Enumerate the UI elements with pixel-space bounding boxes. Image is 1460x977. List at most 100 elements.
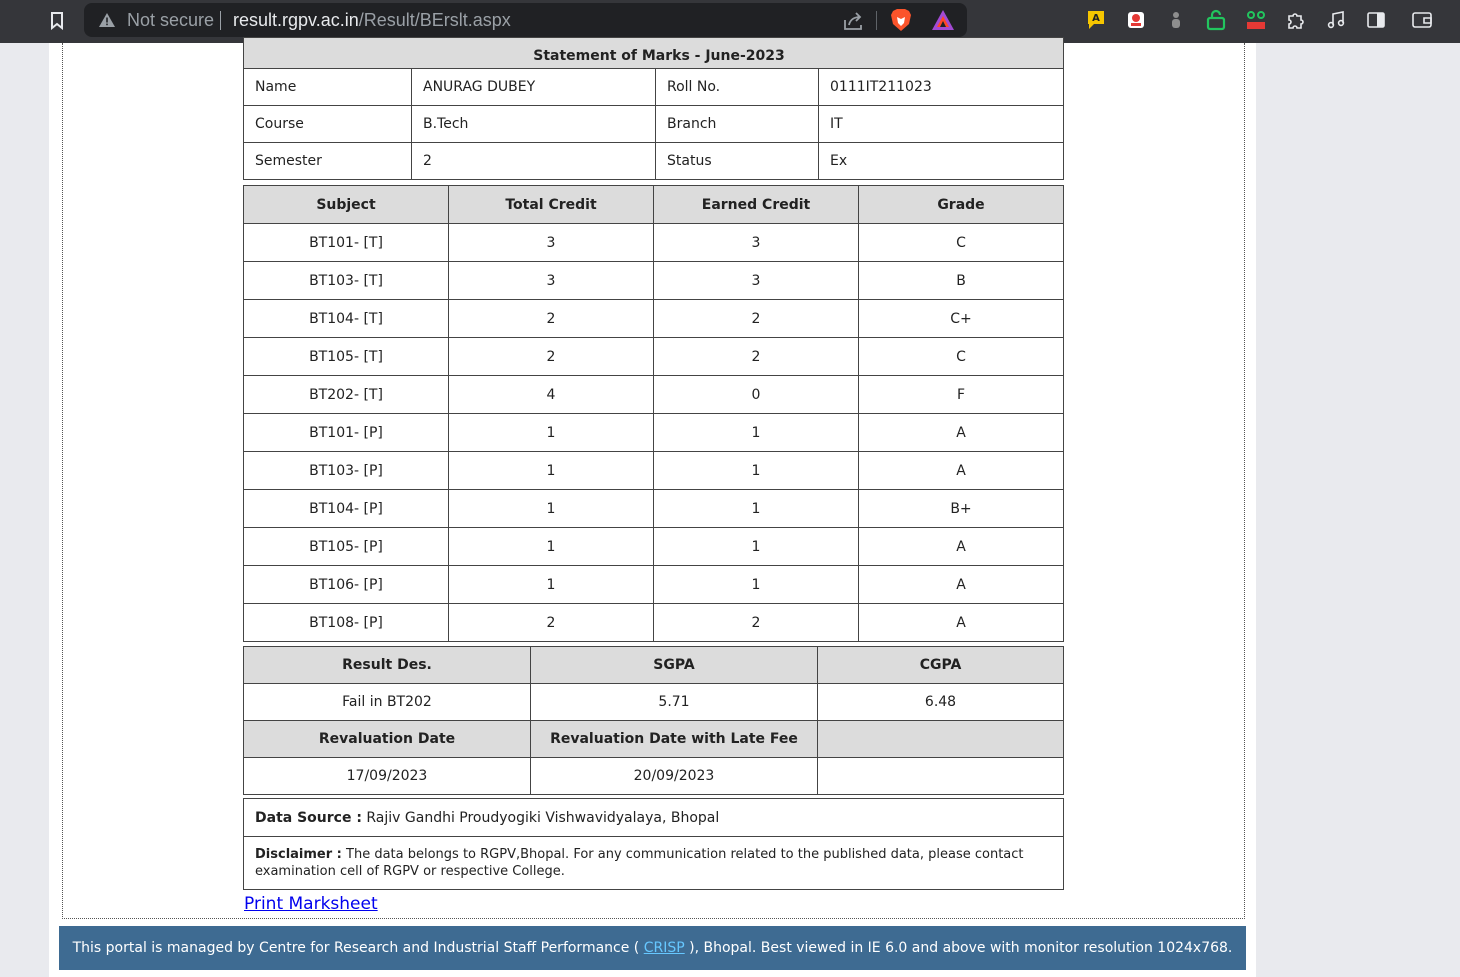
result-des-value: Fail in BT202 bbox=[243, 683, 531, 721]
table-row: BT104- [T] 2 2 C+ bbox=[243, 299, 1064, 338]
table-header-row: Revaluation Date Revaluation Date with L… bbox=[243, 720, 1064, 758]
subject-cell: BT105- [T] bbox=[243, 337, 449, 376]
omnibox-divider bbox=[876, 11, 877, 30]
table-row: BT105- [T] 2 2 C bbox=[243, 337, 1064, 376]
data-source-label: Data Source : bbox=[255, 809, 362, 826]
total-credit-cell: 3 bbox=[448, 223, 654, 262]
table-row: BT103- [T] 3 3 B bbox=[243, 261, 1064, 300]
cgpa-header: CGPA bbox=[817, 646, 1064, 684]
media-music-icon[interactable] bbox=[1324, 8, 1348, 32]
data-source-cell: Data Source : Rajiv Gandhi Proudyogiki V… bbox=[243, 798, 1064, 837]
url-path: /Result/BErslt.aspx bbox=[358, 10, 511, 30]
extension-a-icon[interactable]: A bbox=[1084, 8, 1108, 32]
grade-cell: C bbox=[858, 337, 1064, 376]
total-credit-cell: 2 bbox=[448, 337, 654, 376]
wallet-icon[interactable] bbox=[1410, 8, 1434, 32]
earned-credit-cell: 1 bbox=[653, 451, 859, 490]
grade-cell: B bbox=[858, 261, 1064, 300]
extension-tup-icon[interactable] bbox=[1244, 8, 1268, 32]
semester-label: Semester bbox=[243, 142, 412, 180]
footer-bar: This portal is managed by Centre for Res… bbox=[59, 926, 1246, 970]
earned-credit-cell: 1 bbox=[653, 527, 859, 566]
grade-cell: A bbox=[858, 527, 1064, 566]
subject-cell: BT108- [P] bbox=[243, 603, 449, 642]
cgpa-value: 6.48 bbox=[817, 683, 1064, 721]
address-bar[interactable]: Not secure result.rgpv.ac.in/Result/BErs… bbox=[84, 3, 967, 37]
security-label[interactable]: Not secure bbox=[127, 10, 214, 31]
sgpa-value: 5.71 bbox=[530, 683, 818, 721]
name-label: Name bbox=[243, 68, 412, 106]
earned-credit-cell: 2 bbox=[653, 603, 859, 642]
grade-cell: A bbox=[858, 603, 1064, 642]
footer-text-after: ), Bhopal. Best viewed in IE 6.0 and abo… bbox=[689, 940, 1233, 956]
footer-text-before: This portal is managed by Centre for Res… bbox=[72, 940, 640, 956]
earned-credit-cell: 1 bbox=[653, 489, 859, 528]
extension-red-icon[interactable] bbox=[1124, 8, 1148, 32]
result-table: Result Des. SGPA CGPA Fail in BT202 5.71… bbox=[243, 646, 1064, 795]
table-row: BT106- [P] 1 1 A bbox=[243, 565, 1064, 604]
reval-empty-header bbox=[817, 720, 1064, 758]
brave-shields-icon[interactable] bbox=[890, 8, 912, 32]
table-row: BT202- [T] 4 0 F bbox=[243, 375, 1064, 414]
subject-cell: BT104- [P] bbox=[243, 489, 449, 528]
reval-date-header: Revaluation Date bbox=[243, 720, 531, 758]
earned-credit-cell: 1 bbox=[653, 413, 859, 452]
grade-cell: A bbox=[858, 565, 1064, 604]
table-header-row: Subject Total Credit Earned Credit Grade bbox=[243, 185, 1064, 224]
table-row: BT108- [P] 2 2 A bbox=[243, 603, 1064, 642]
total-credit-cell: 3 bbox=[448, 261, 654, 300]
table-header-row: Result Des. SGPA CGPA bbox=[243, 646, 1064, 684]
total-credit-cell: 2 bbox=[448, 603, 654, 642]
earned-credit-cell: 0 bbox=[653, 375, 859, 414]
statement-title: Statement of Marks - June-2023 bbox=[243, 37, 1064, 69]
course-label: Course bbox=[243, 105, 412, 143]
grade-cell: B+ bbox=[858, 489, 1064, 528]
grade-cell: F bbox=[858, 375, 1064, 414]
subject-cell: BT101- [P] bbox=[243, 413, 449, 452]
earned-credit-cell: 3 bbox=[653, 261, 859, 300]
bookmark-icon[interactable] bbox=[44, 8, 70, 34]
reval-late-header: Revaluation Date with Late Fee bbox=[530, 720, 818, 758]
table-row: Statement of Marks - June-2023 bbox=[243, 37, 1064, 69]
grade-cell: C+ bbox=[858, 299, 1064, 338]
table-row: BT104- [P] 1 1 B+ bbox=[243, 489, 1064, 528]
warning-icon[interactable] bbox=[98, 12, 116, 28]
total-credit-cell: 1 bbox=[448, 413, 654, 452]
subject-cell: BT104- [T] bbox=[243, 299, 449, 338]
source-table: Data Source : Rajiv Gandhi Proudyogiki V… bbox=[243, 798, 1064, 890]
reval-late-value: 20/09/2023 bbox=[530, 757, 818, 795]
lock-extension-icon[interactable] bbox=[1204, 8, 1228, 32]
total-credit-cell: 4 bbox=[448, 375, 654, 414]
table-row: Name ANURAG DUBEY Roll No. 0111IT211023 bbox=[243, 68, 1064, 106]
grade-cell: C bbox=[858, 223, 1064, 262]
grade-header: Grade bbox=[858, 185, 1064, 224]
print-marksheet-link[interactable]: Print Marksheet bbox=[244, 894, 378, 914]
course-value: B.Tech bbox=[411, 105, 656, 143]
subject-cell: BT103- [P] bbox=[243, 451, 449, 490]
url-separator bbox=[220, 11, 221, 30]
url-text[interactable]: result.rgpv.ac.in/Result/BErslt.aspx bbox=[233, 10, 511, 31]
roll-label: Roll No. bbox=[655, 68, 819, 106]
sidebar-toggle-icon[interactable] bbox=[1364, 8, 1388, 32]
page-content: Statement of Marks - June-2023 Name ANUR… bbox=[49, 37, 1256, 977]
earned-credit-cell: 2 bbox=[653, 299, 859, 338]
total-credit-cell: 1 bbox=[448, 527, 654, 566]
crisp-link[interactable]: CRISP bbox=[644, 940, 685, 956]
disclaimer-cell: Disclaimer : The data belongs to RGPV,Bh… bbox=[243, 836, 1064, 890]
status-value: Ex bbox=[818, 142, 1064, 180]
page-gutter bbox=[1256, 43, 1460, 977]
subjects-body: BT101- [T] 3 3 C BT103- [T] 3 3 B BT104- [T] 2 2 C+… bbox=[243, 223, 1064, 642]
table-row: BT103- [P] 1 1 A bbox=[243, 451, 1064, 490]
total-credit-cell: 2 bbox=[448, 299, 654, 338]
result-des-header: Result Des. bbox=[243, 646, 531, 684]
branch-value: IT bbox=[818, 105, 1064, 143]
reval-empty-cell bbox=[817, 757, 1064, 795]
table-row: BT105- [P] 1 1 A bbox=[243, 527, 1064, 566]
share-icon[interactable] bbox=[842, 10, 864, 32]
brave-rewards-icon[interactable] bbox=[931, 9, 955, 31]
extension-grey-icon[interactable] bbox=[1164, 8, 1188, 32]
total-credit-cell: 1 bbox=[448, 489, 654, 528]
grade-cell: A bbox=[858, 413, 1064, 452]
extensions-puzzle-icon[interactable] bbox=[1284, 8, 1308, 32]
disclaimer-text: The data belongs to RGPV,Bhopal. For any… bbox=[255, 847, 1024, 879]
